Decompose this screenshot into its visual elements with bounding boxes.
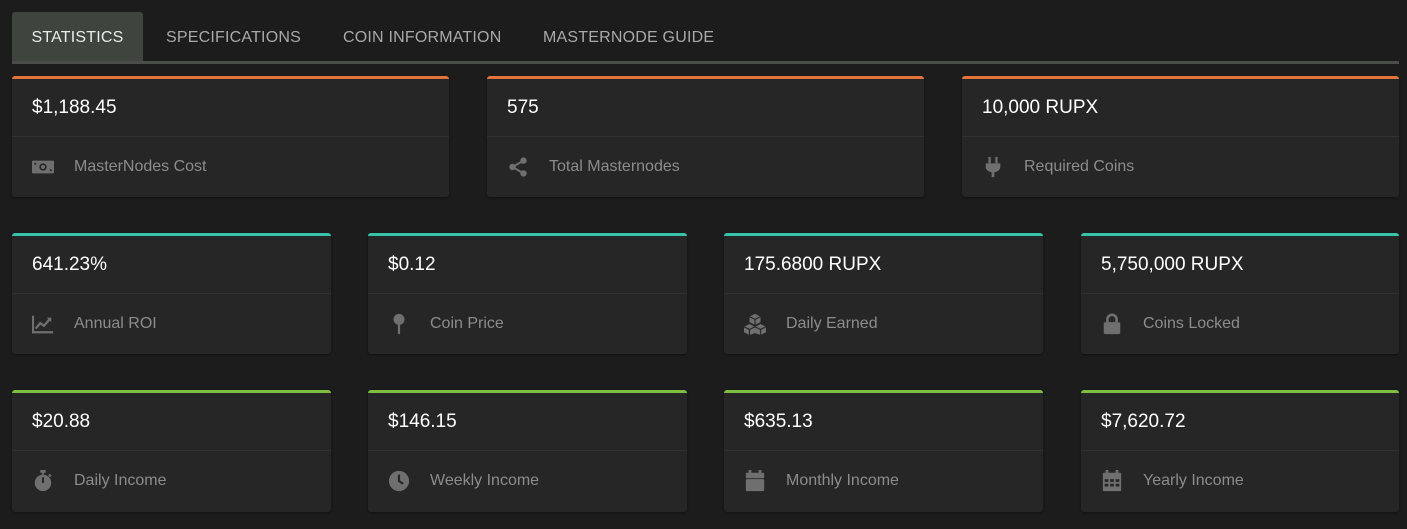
stat-label: Daily Income [74, 472, 167, 489]
stat-value: $1,188.45 [12, 79, 449, 137]
stat-label-row: Required Coins [962, 137, 1399, 197]
stat-label: Total Masternodes [549, 158, 680, 175]
tab-masternode-guide[interactable]: MASTERNODE GUIDE [543, 12, 714, 61]
stat-value: 175.6800 RUPX [724, 236, 1043, 294]
stat-card-coin-price: $0.12 Coin Price [368, 233, 687, 354]
tab-specifications[interactable]: SPECIFICATIONS [166, 12, 301, 61]
stat-value: 5,750,000 RUPX [1081, 236, 1399, 294]
tab-coin-information[interactable]: COIN INFORMATION [343, 12, 501, 61]
stat-label-row: Annual ROI [12, 294, 331, 354]
stat-label: Required Coins [1024, 158, 1135, 175]
stat-card-yearly-income: $7,620.72 Yearly Income [1081, 390, 1399, 512]
clock-icon [388, 470, 410, 492]
stat-value: 575 [487, 79, 924, 137]
pin-icon [388, 313, 410, 335]
line-chart-icon [32, 313, 54, 335]
calendar-icon [744, 470, 766, 492]
stat-card-coins-locked: 5,750,000 RUPX Coins Locked [1081, 233, 1399, 354]
stat-label-row: Coins Locked [1081, 294, 1399, 354]
stat-label: Monthly Income [786, 472, 899, 489]
stat-card-annual-roi: 641.23% Annual ROI [12, 233, 331, 354]
tab-bar: STATISTICS SPECIFICATIONS COIN INFORMATI… [12, 12, 1399, 64]
stat-label: Weekly Income [430, 472, 540, 489]
calendar-grid-icon [1101, 470, 1123, 492]
stat-value: $7,620.72 [1081, 393, 1399, 451]
stat-label: Coins Locked [1143, 315, 1240, 332]
stat-value: $146.15 [368, 393, 687, 451]
stopwatch-icon [32, 470, 54, 492]
tab-statistics[interactable]: STATISTICS [12, 12, 143, 61]
lock-icon [1101, 313, 1123, 335]
stat-value: $0.12 [368, 236, 687, 294]
stat-value: $635.13 [724, 393, 1043, 451]
stat-value: 10,000 RUPX [962, 79, 1399, 137]
stat-label-row: MasterNodes Cost [12, 137, 449, 197]
stat-label: Coin Price [430, 315, 504, 332]
stat-label: Annual ROI [74, 315, 157, 332]
stat-label-row: Monthly Income [724, 451, 1043, 511]
stat-label: Yearly Income [1143, 472, 1244, 489]
stat-value: $20.88 [12, 393, 331, 451]
stat-card-daily-income: $20.88 Daily Income [12, 390, 331, 512]
stat-label-row: Total Masternodes [487, 137, 924, 197]
stat-value: 641.23% [12, 236, 331, 294]
stat-label-row: Daily Income [12, 451, 331, 511]
stat-label-row: Coin Price [368, 294, 687, 354]
stat-label-row: Weekly Income [368, 451, 687, 511]
stat-label: MasterNodes Cost [74, 158, 207, 175]
cubes-icon [744, 313, 766, 335]
stat-label-row: Yearly Income [1081, 451, 1399, 511]
money-icon [32, 156, 54, 178]
stat-card-daily-earned: 175.6800 RUPX Daily Earned [724, 233, 1043, 354]
plug-icon [982, 156, 1004, 178]
stat-card-masternodes-cost: $1,188.45 MasterNodes Cost [12, 76, 449, 197]
stat-card-total-masternodes: 575 Total Masternodes [487, 76, 924, 197]
stat-label-row: Daily Earned [724, 294, 1043, 354]
stat-card-required-coins: 10,000 RUPX Required Coins [962, 76, 1399, 197]
stat-label: Daily Earned [786, 315, 878, 332]
stat-card-weekly-income: $146.15 Weekly Income [368, 390, 687, 512]
stat-card-monthly-income: $635.13 Monthly Income [724, 390, 1043, 512]
share-icon [507, 156, 529, 178]
